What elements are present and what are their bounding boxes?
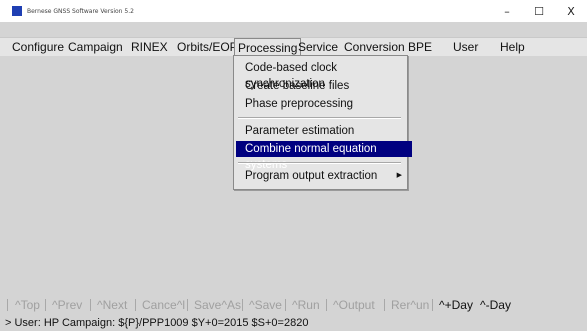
- menu-item-combine-normal-equations[interactable]: Combine normal equation systems: [236, 141, 412, 171]
- menu-item-program-output-extraction[interactable]: Program output extraction ▶: [236, 168, 412, 184]
- save-as-button[interactable]: Save^As: [192, 297, 243, 313]
- menu-processing[interactable]: Processing: [234, 38, 302, 56]
- toolbar-separator: [384, 299, 385, 311]
- status-text: > User: HP Campaign: ${P}/PPP1009 $Y+0=2…: [5, 317, 309, 329]
- toolbar-separator: [432, 299, 433, 311]
- minus-day-button[interactable]: ^-Day: [478, 297, 513, 313]
- menu-user[interactable]: User: [450, 38, 481, 56]
- prev-button[interactable]: ^Prev: [50, 297, 84, 313]
- menu-bar: Configure Campaign RINEX Orbits/EOP Proc…: [0, 37, 587, 57]
- menu-item-phase-preprocessing[interactable]: Phase preprocessing: [236, 96, 412, 112]
- cancel-button[interactable]: Cance^l: [140, 297, 187, 313]
- menu-separator: [238, 117, 401, 119]
- bottom-toolbar: ^Top ^Prev ^Next Cance^l Save^As ^Save ^…: [0, 294, 587, 316]
- window-title: Bernese GNSS Software Version 5.2: [27, 7, 134, 15]
- toolbar-separator: [7, 299, 8, 311]
- processing-dropdown: Code-based clock synchronization Create …: [233, 55, 412, 190]
- minimize-button[interactable]: –: [491, 0, 523, 22]
- submenu-arrow-icon: ▶: [396, 172, 402, 179]
- menu-campaign[interactable]: Campaign: [65, 38, 126, 56]
- toolbar-separator: [45, 299, 46, 311]
- app-icon: [12, 6, 22, 16]
- menu-help[interactable]: Help: [497, 38, 528, 56]
- menu-separator: [238, 162, 401, 164]
- toolbar-separator: [90, 299, 91, 311]
- menu-service[interactable]: Service: [295, 38, 341, 56]
- status-bar: > User: HP Campaign: ${P}/PPP1009 $Y+0=2…: [0, 314, 587, 330]
- menu-configure[interactable]: Configure: [9, 38, 67, 56]
- menu-bpe[interactable]: BPE: [405, 38, 435, 56]
- toolbar-separator: [326, 299, 327, 311]
- maximize-button[interactable]: ☐: [523, 0, 555, 22]
- top-button[interactable]: ^Top: [13, 297, 42, 313]
- window-controls: – ☐ X: [491, 0, 587, 22]
- output-button[interactable]: ^Output: [331, 297, 377, 313]
- title-bar: Bernese GNSS Software Version 5.2 – ☐ X: [0, 0, 587, 22]
- menu-conversion[interactable]: Conversion: [341, 38, 408, 56]
- next-button[interactable]: ^Next: [95, 297, 129, 313]
- close-button[interactable]: X: [555, 0, 587, 22]
- toolbar-separator: [242, 299, 243, 311]
- plus-day-button[interactable]: ^+Day: [437, 297, 475, 313]
- run-button[interactable]: ^Run: [290, 297, 322, 313]
- save-button[interactable]: ^Save: [247, 297, 284, 313]
- menu-item-create-baseline-files[interactable]: Create baseline files: [236, 78, 412, 94]
- toolbar-separator: [285, 299, 286, 311]
- menu-orbits-eop[interactable]: Orbits/EOP: [174, 38, 241, 56]
- menu-rinex[interactable]: RINEX: [128, 38, 171, 56]
- menu-item-label: Program output extraction: [245, 170, 378, 182]
- toolbar-separator: [187, 299, 188, 311]
- menu-item-code-based-clock-sync[interactable]: Code-based clock synchronization: [236, 60, 412, 90]
- toolbar-separator: [135, 299, 136, 311]
- menu-item-parameter-estimation[interactable]: Parameter estimation: [236, 123, 412, 139]
- rerun-button[interactable]: Rer^un: [389, 297, 431, 313]
